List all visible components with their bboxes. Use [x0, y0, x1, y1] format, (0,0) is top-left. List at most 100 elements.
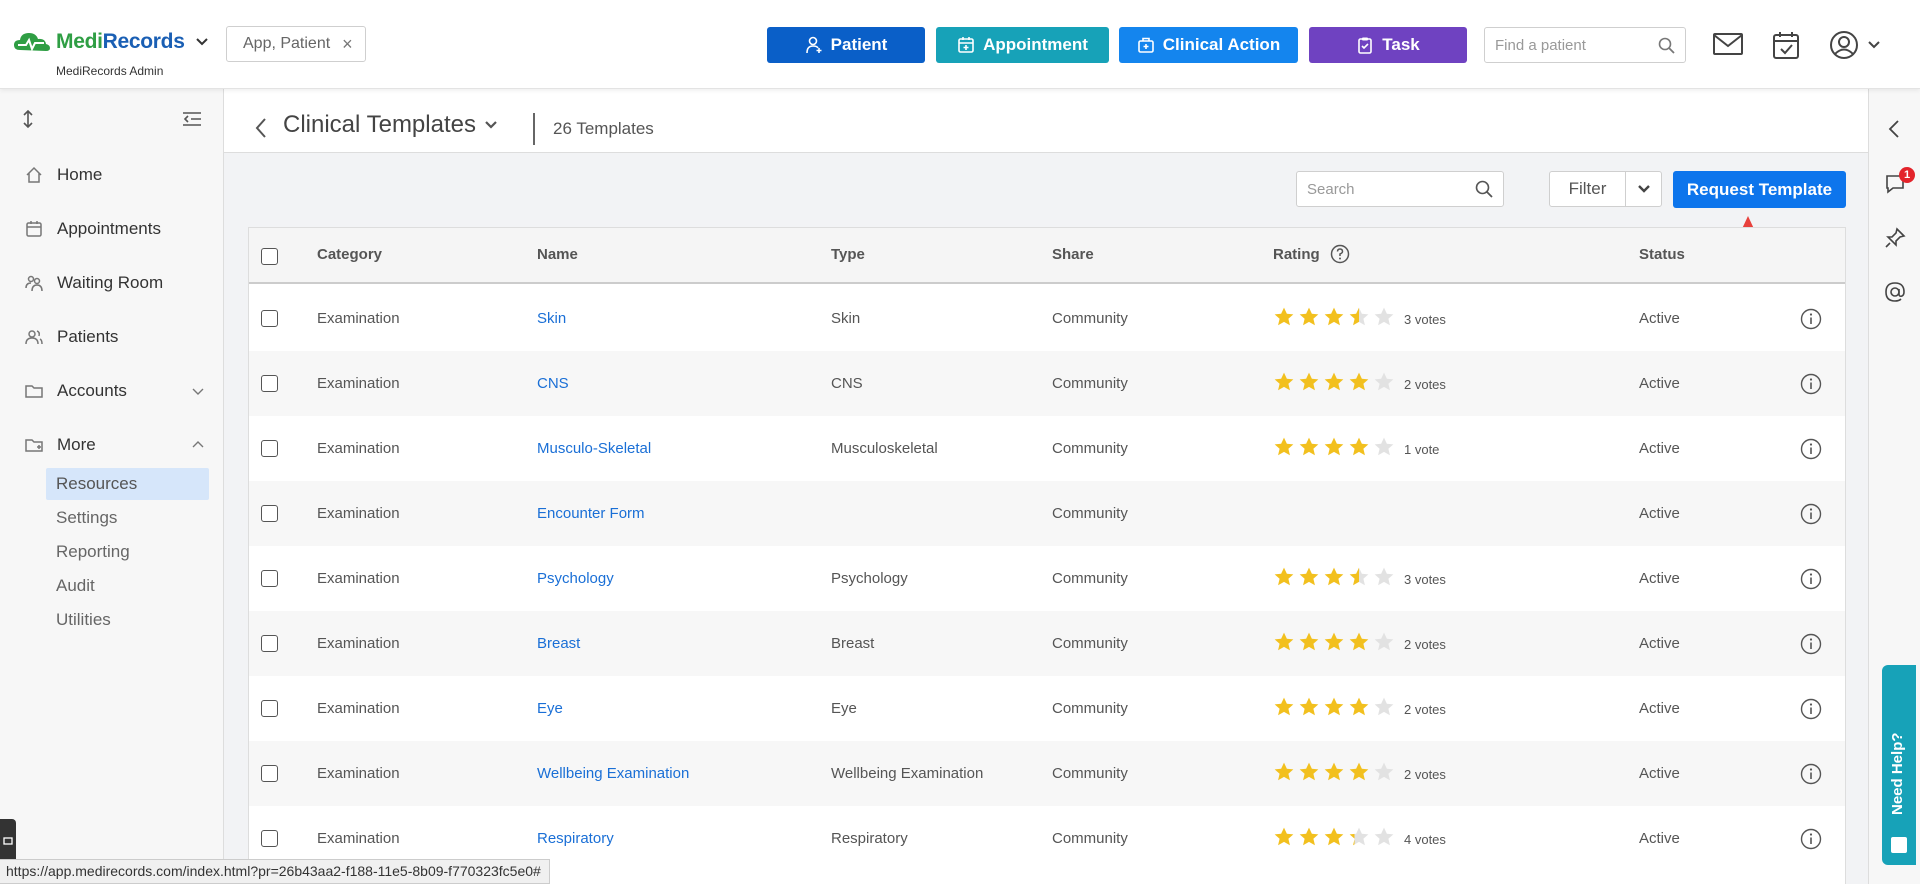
sidebar-item-accounts[interactable]: Accounts [25, 376, 205, 406]
sidebar-item-waiting-room[interactable]: Waiting Room [25, 268, 205, 298]
clinical-action-button[interactable]: Clinical Action [1119, 27, 1298, 63]
table-row[interactable]: Examination Wellbeing Examination Wellbein… [249, 741, 1845, 806]
cell-name-link[interactable]: Breast [537, 635, 580, 652]
sidebar-item-appointments[interactable]: Appointments [25, 214, 205, 244]
table-row[interactable]: Examination CNS CNS Community 2 votes Active [249, 351, 1845, 416]
star-icon[interactable] [1323, 631, 1345, 653]
info-icon[interactable] [1800, 763, 1822, 785]
table-row[interactable]: Examination Psychology Psychology Community… [249, 546, 1845, 611]
cell-name-link[interactable]: CNS [537, 375, 569, 392]
info-icon[interactable] [1800, 438, 1822, 460]
row-checkbox[interactable] [261, 765, 278, 782]
cell-name-link[interactable]: Skin [537, 310, 566, 327]
sidebar-subitem-audit[interactable]: Audit [46, 570, 209, 602]
star-icon[interactable] [1298, 566, 1320, 588]
info-icon[interactable] [1800, 503, 1822, 525]
context-chip[interactable]: App, Patient × [226, 26, 366, 62]
star-icon[interactable] [1273, 371, 1295, 393]
search-icon[interactable] [1475, 180, 1493, 198]
appointment-button[interactable]: Appointment [936, 27, 1109, 63]
row-checkbox[interactable] [261, 440, 278, 457]
star-icon[interactable] [1348, 436, 1370, 458]
info-icon[interactable] [1800, 373, 1822, 395]
cell-name-link[interactable]: Encounter Form [537, 505, 645, 522]
cell-name-link[interactable]: Respiratory [537, 830, 614, 847]
chevron-down-icon[interactable] [195, 37, 209, 47]
star-icon[interactable] [1323, 436, 1345, 458]
star-icon[interactable] [1348, 826, 1370, 848]
cell-name-link[interactable]: Musculo-Skeletal [537, 440, 651, 457]
patient-button[interactable]: Patient [767, 27, 925, 63]
star-icon[interactable] [1273, 631, 1295, 653]
table-row[interactable]: Examination Skin Skin Community 3 votes Activ… [249, 286, 1845, 351]
star-icon[interactable] [1373, 371, 1395, 393]
search-icon[interactable] [1658, 37, 1675, 54]
star-icon[interactable] [1298, 371, 1320, 393]
table-row[interactable]: Examination Eye Eye Community 2 votes Active [249, 676, 1845, 741]
row-checkbox[interactable] [261, 635, 278, 652]
row-checkbox[interactable] [261, 505, 278, 522]
column-name[interactable]: Name [537, 246, 578, 263]
table-row[interactable]: Examination Breast Breast Community 2 votes A… [249, 611, 1845, 676]
star-icon[interactable] [1373, 306, 1395, 328]
sidebar-subitem-settings[interactable]: Settings [46, 502, 209, 534]
column-category[interactable]: Category [317, 246, 382, 263]
column-type[interactable]: Type [831, 246, 865, 263]
user-menu[interactable] [1829, 30, 1881, 60]
star-icon[interactable] [1273, 566, 1295, 588]
app-logo[interactable]: MediRecords [12, 30, 209, 54]
cell-name-link[interactable]: Psychology [537, 570, 614, 587]
star-icon[interactable] [1348, 696, 1370, 718]
sidebar-item-patients[interactable]: Patients [25, 322, 205, 352]
star-icon[interactable] [1373, 436, 1395, 458]
star-icon[interactable] [1373, 826, 1395, 848]
star-icon[interactable] [1323, 826, 1345, 848]
sidebar-subitem-reporting[interactable]: Reporting [46, 536, 209, 568]
info-icon[interactable] [1800, 308, 1822, 330]
star-icon[interactable] [1323, 761, 1345, 783]
star-icon[interactable] [1298, 631, 1320, 653]
help-circle-icon[interactable] [1330, 244, 1350, 264]
star-icon[interactable] [1323, 566, 1345, 588]
sidebar-item-more[interactable]: More [25, 430, 205, 460]
star-icon[interactable] [1348, 371, 1370, 393]
row-checkbox[interactable] [261, 375, 278, 392]
row-checkbox[interactable] [261, 570, 278, 587]
info-icon[interactable] [1800, 633, 1822, 655]
sidebar-item-home[interactable]: Home [25, 160, 205, 190]
row-checkbox[interactable] [261, 700, 278, 717]
column-status[interactable]: Status [1639, 246, 1685, 263]
star-icon[interactable] [1373, 761, 1395, 783]
star-icon[interactable] [1373, 631, 1395, 653]
star-icon[interactable] [1298, 826, 1320, 848]
star-icon[interactable] [1298, 696, 1320, 718]
chevron-left-icon[interactable] [1887, 119, 1901, 139]
info-icon[interactable] [1800, 828, 1822, 850]
star-icon[interactable] [1273, 761, 1295, 783]
info-icon[interactable] [1800, 698, 1822, 720]
calendar-icon[interactable] [1772, 30, 1800, 60]
star-icon[interactable] [1348, 631, 1370, 653]
cell-name-link[interactable]: Wellbeing Examination [537, 765, 689, 782]
filter-button[interactable]: Filter [1549, 171, 1662, 207]
resize-vertical-icon[interactable] [21, 109, 35, 129]
sidebar-subitem-resources[interactable]: Resources [46, 468, 209, 500]
row-checkbox[interactable] [261, 830, 278, 847]
star-icon[interactable] [1273, 306, 1295, 328]
star-icon[interactable] [1323, 306, 1345, 328]
find-patient-input[interactable]: Find a patient [1484, 27, 1686, 63]
search-input[interactable]: Search [1296, 171, 1504, 207]
need-help-tab[interactable]: Need Help? [1882, 665, 1916, 865]
star-icon[interactable] [1273, 826, 1295, 848]
star-icon[interactable] [1298, 306, 1320, 328]
collapse-icon[interactable] [181, 111, 203, 127]
page-title[interactable]: Clinical Templates [283, 111, 498, 139]
star-icon[interactable] [1323, 371, 1345, 393]
table-row[interactable]: Examination Musculo-Skeletal Musculoskelet… [249, 416, 1845, 481]
table-row[interactable]: Examination Encounter Form Community Active [249, 481, 1845, 546]
star-icon[interactable] [1348, 566, 1370, 588]
back-arrow-icon[interactable] [254, 117, 268, 139]
column-rating[interactable]: Rating [1273, 244, 1350, 264]
filter-dropdown[interactable] [1626, 184, 1661, 194]
sidebar-subitem-utilities[interactable]: Utilities [46, 604, 209, 636]
